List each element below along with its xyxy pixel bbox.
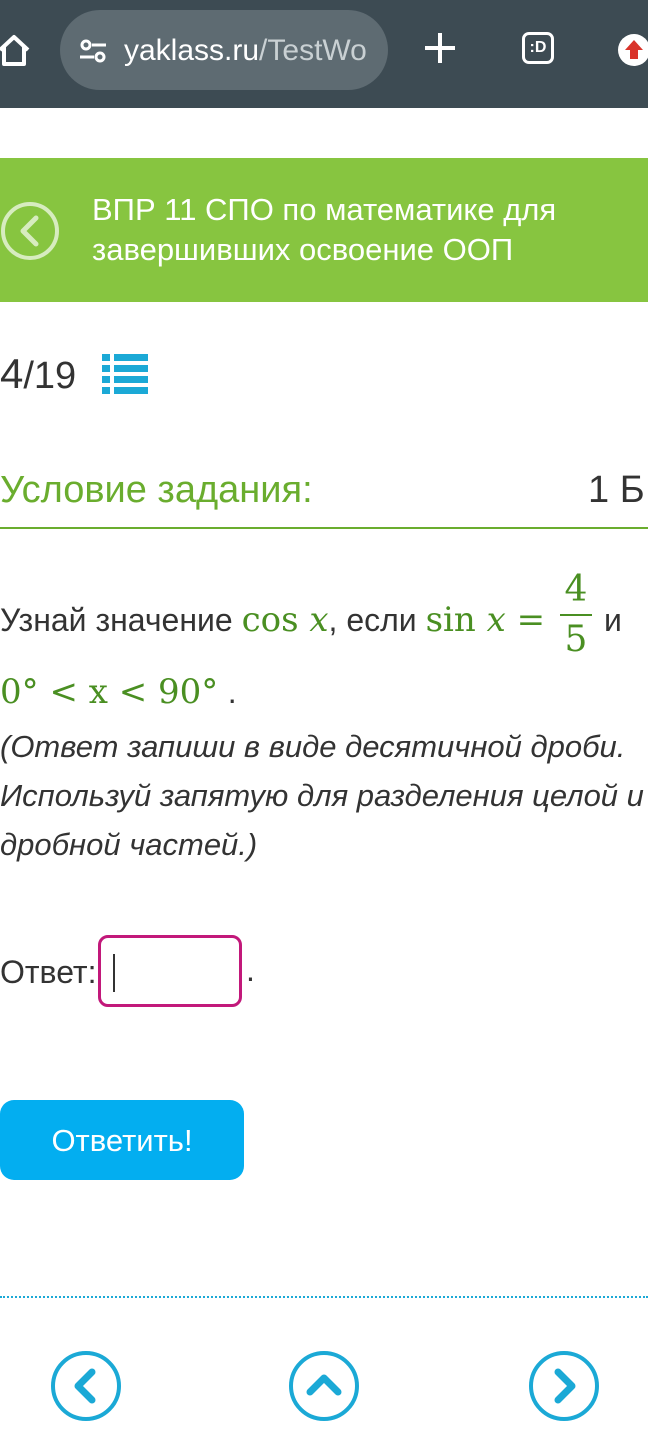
question-line-2: 0° < x < 90° . <box>0 670 237 714</box>
math-x-2: x <box>486 600 506 640</box>
question-text-and: и <box>604 602 622 638</box>
home-icon[interactable] <box>0 30 34 70</box>
math-cos: cos <box>241 600 299 640</box>
next-icon[interactable] <box>528 1350 600 1422</box>
test-title: ВПР 11 СПО по математике для завершивших… <box>92 192 557 267</box>
url-host: yaklass.ru <box>124 34 260 67</box>
math-equals: = <box>516 600 546 640</box>
answer-after: . <box>246 952 255 988</box>
question-counter: 4/19 <box>0 348 76 402</box>
browser-toolbar: yaklass.ru/TestWo :D <box>0 0 648 108</box>
url-text: yaklass.ru/TestWo <box>124 34 374 68</box>
fraction-bar <box>560 614 592 616</box>
tune-icon[interactable] <box>78 37 108 65</box>
answer-input[interactable] <box>98 935 242 1007</box>
question-text-before: Узнай значение <box>0 602 242 638</box>
plus-icon[interactable] <box>422 30 458 66</box>
url-path: /TestWo <box>259 34 367 67</box>
current-question: 4 <box>0 350 24 397</box>
math-x-1: x <box>309 600 329 640</box>
text-caret <box>113 954 115 992</box>
address-bar[interactable]: yaklass.ru/TestWo <box>60 10 388 90</box>
answer-format-note: (Ответ запиши в виде десятичной дроби. И… <box>0 729 644 862</box>
list-icon[interactable] <box>102 352 148 394</box>
fraction-denominator: 5 <box>564 619 588 660</box>
math-range: 0° < x < 90° <box>0 672 219 712</box>
up-icon[interactable] <box>288 1350 360 1422</box>
math-sin: sin <box>425 600 476 640</box>
tabs-icon[interactable]: :D <box>522 32 554 64</box>
total-questions: /19 <box>23 355 77 397</box>
condition-title: Условие задания: <box>0 469 313 511</box>
range-end: . <box>227 674 237 710</box>
math-fraction: 4 5 <box>560 570 592 660</box>
update-icon[interactable] <box>618 34 648 66</box>
question-text-if: , если <box>328 602 426 638</box>
submit-button[interactable]: Ответить! <box>0 1100 244 1180</box>
prev-icon[interactable] <box>50 1350 122 1422</box>
answer-label: Ответ: <box>0 954 97 990</box>
question-line-1: Узнай значение cos x, если sin x = <box>0 598 545 642</box>
fraction-numerator: 4 <box>564 569 588 610</box>
dotted-divider <box>0 1296 648 1298</box>
back-arrow-icon[interactable] <box>0 200 62 262</box>
condition-divider <box>0 527 648 529</box>
condition-points: 1 Б. <box>588 469 648 511</box>
